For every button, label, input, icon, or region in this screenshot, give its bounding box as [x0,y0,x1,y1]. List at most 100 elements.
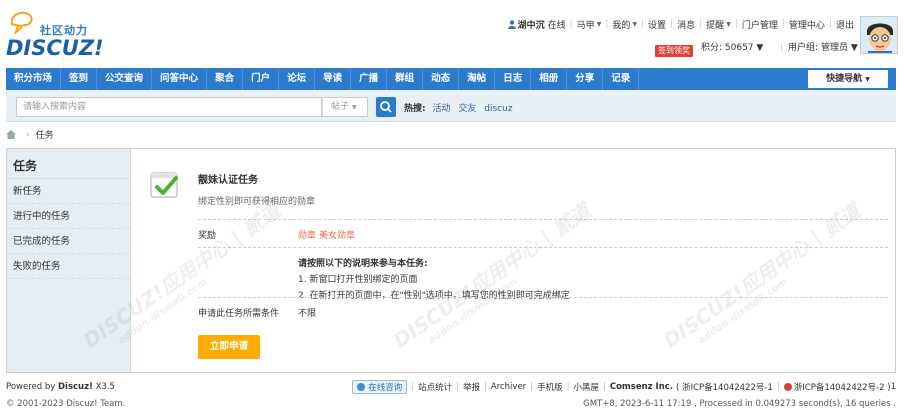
header: 社区动力 DISCUZ! 湖中沉 在线 | 马甲 ▼ | 我的 ▼ | 设置 | 消… [0,0,910,68]
search-input[interactable]: 请输入搜索内容 [16,97,322,117]
nav-item-sign[interactable]: 签到 [61,68,98,90]
chevron-down-icon: ▼ [632,20,637,28]
nav-item-album[interactable]: 相册 [531,68,568,90]
breadcrumb-current: 任务 [35,131,54,141]
nav-item-portal[interactable]: 门户 [243,68,280,90]
chevron-down-icon: ▼ [847,43,858,53]
nav-item-blog[interactable]: 日志 [495,68,532,90]
task-description: 绑定性别即可获得相应的勋章 [198,197,316,207]
copyright: © 2001-2023 Discuz! Team. [6,399,126,409]
footer-link-archiver[interactable]: Archiver [491,382,526,392]
instruction-step: 1. 新窗口打开性别绑定的页面 [298,275,418,285]
sidebar-item-new[interactable]: 新任务 [7,179,130,204]
online-consult-button[interactable]: 在线咨询 [352,380,408,394]
reward-value: 勋章 美女勋章 [298,228,358,241]
nav-item-aggregate[interactable]: 聚合 [207,68,244,90]
sidebar-item-done[interactable]: 已完成的任务 [7,229,130,254]
company-name[interactable]: Comsenz Inc. [610,382,673,392]
online-status: 在线 [547,20,566,31]
chat-icon [357,383,366,391]
hot-search: 热搜: 活动 交友 discuz [404,101,518,114]
user-group-menu[interactable]: | 用户组: 管理员 ▼ [780,40,858,53]
nav-item-bus[interactable]: 公交查询 [97,68,153,90]
footer-link-mobile[interactable]: 手机版 [537,381,563,393]
chevron-down-icon: ▼ [352,104,357,111]
notice-menu[interactable]: 提醒 [706,18,724,31]
search-icon [380,101,392,113]
nav-item-guide[interactable]: 导读 [315,68,352,90]
icp-tail: 1 [890,382,896,392]
task-panel: 任务 新任务 进行中的任务 已完成的任务 失败的任务 靓妹认证任务 绑定性别即可… [6,148,896,373]
processing-stats: GMT+8, 2023-6-11 17:19 , Processed in 0.… [583,399,896,409]
condition-row: 申请此任务所需条件 不限 [198,297,888,325]
sidebar-item-failed[interactable]: 失败的任务 [7,254,130,279]
nav-item-feed[interactable]: 动态 [423,68,460,90]
home-icon[interactable] [6,130,16,139]
discuz-link[interactable]: Discuz! [58,382,93,392]
user-icon [507,19,516,29]
instruction-row: 请按照以下的说明来参与本任务: 1. 新窗口打开性别绑定的页面 2. 在新打开的… [198,247,888,301]
portal-manage-link[interactable]: 门户管理 [742,18,778,31]
messages-link[interactable]: 消息 [677,18,695,31]
search-type-select[interactable]: 帖子 ▼ [322,97,368,117]
credit-value: 积分: 50657 [701,43,754,53]
condition-value: 不限 [298,309,317,319]
nav-item-group[interactable]: 群组 [387,68,424,90]
username-link[interactable]: 湖中沉 [518,18,545,31]
hot-search-link[interactable]: 活动 [432,104,450,114]
sidebar-item-doing[interactable]: 进行中的任务 [7,204,130,229]
reward-label: 奖励 [198,231,217,241]
quick-nav-label: 快捷导航 [826,74,863,84]
icp-link[interactable]: ( 浙ICP备14042422号-1 [676,381,773,393]
user-menu: 湖中沉 在线 | 马甲 ▼ | 我的 ▼ | 设置 | 消息 | 提醒 ▼ | 门户管… [507,18,854,31]
nav-item-forum[interactable]: 论坛 [279,68,316,90]
credit-menu[interactable]: 积分: 50657 ▼ [701,40,763,53]
reward-medal-link[interactable]: 美女勋章 [319,231,355,241]
hot-search-label: 热搜: [404,104,426,114]
task-sidebar: 任务 新任务 进行中的任务 已完成的任务 失败的任务 [7,149,131,372]
nav-item-qa[interactable]: 问答中心 [152,68,208,90]
breadcrumb: › 任务 [6,128,54,141]
task-check-icon [150,172,178,198]
footer-link-stats[interactable]: 站点统计 [418,381,452,393]
chevron-down-icon: ▼ [865,76,870,83]
breadcrumb-separator: › [26,129,30,140]
footer-link-blackroom[interactable]: 小黑屋 [573,381,599,393]
condition-label: 申请此任务所需条件 [198,309,280,319]
sidebar-title: 任务 [7,149,130,179]
admin-center-link[interactable]: 管理中心 [789,18,825,31]
vest-menu[interactable]: 马甲 [577,18,595,31]
chevron-down-icon: ▼ [596,20,602,28]
hot-search-link[interactable]: 交友 [458,104,476,114]
chevron-down-icon: ▼ [726,20,731,28]
search-type-label: 帖子 [331,102,350,112]
apply-button[interactable]: 立即申请 [198,335,260,359]
hot-search-link[interactable]: discuz [484,104,512,114]
reward-type-link[interactable]: 勋章 [298,231,316,241]
footer-link-report[interactable]: 举报 [463,381,480,393]
chevron-down-icon: ▼ [753,43,764,53]
avatar[interactable] [860,16,898,54]
nav-item-record[interactable]: 记录 [603,68,640,90]
main-nav: 积分市场 签到 公交查询 问答中心 聚合 门户 论坛 导读 广播 群组 动态 淘… [6,68,896,90]
search-bar: 请输入搜索内容 帖子 ▼ 热搜: 活动 交友 discuz [6,90,896,122]
nav-item-share[interactable]: 分享 [567,68,604,90]
police-badge-icon [783,383,792,391]
site-logo[interactable]: 社区动力 DISCUZ! [6,8,116,60]
powered-by: Powered by Discuz! X3.5 [6,382,115,392]
nav-item-collection[interactable]: 淘帖 [459,68,496,90]
my-menu[interactable]: 我的 [612,18,630,31]
nav-item-broadcast[interactable]: 广播 [351,68,388,90]
instruction-title: 请按照以下的说明来参与本任务: [298,259,428,269]
sign-in-badge[interactable]: 签到领奖 [655,45,693,57]
task-content: 靓妹认证任务 绑定性别即可获得相应的勋章 奖励 勋章 美女勋章 请按照以下的说明来… [131,149,895,372]
search-button[interactable] [376,97,396,117]
logout-link[interactable]: 退出 [836,18,854,31]
instruction-block: 请按照以下的说明来参与本任务: 1. 新窗口打开性别绑定的页面 2. 在新打开的… [298,256,570,301]
quick-nav-button[interactable]: 快捷导航 ▼ [808,70,888,88]
settings-link[interactable]: 设置 [648,18,666,31]
icp-link-2[interactable]: 浙ICP备14042422号-2 ) [794,381,891,393]
logo-bulb-icon [10,11,33,34]
avatar-face-icon [861,17,897,53]
nav-item-credit-market[interactable]: 积分市场 [6,68,62,90]
